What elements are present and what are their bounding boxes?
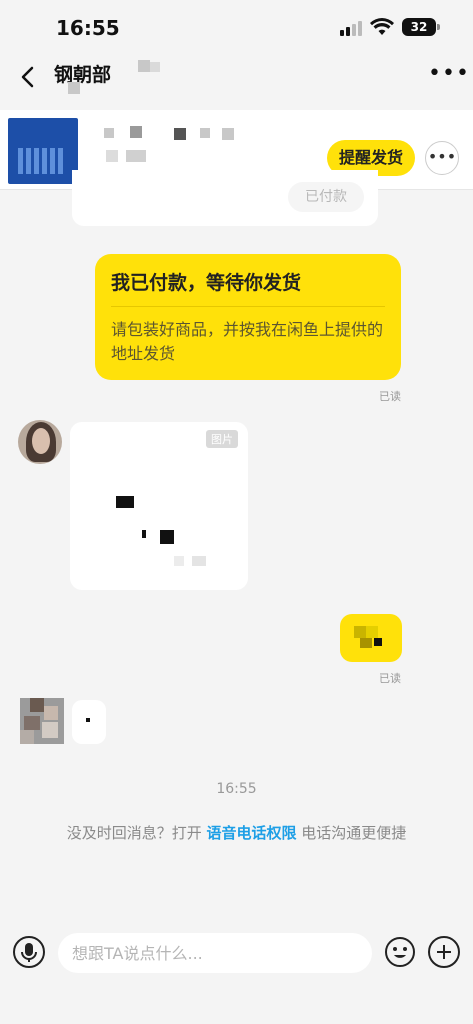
paid-status-badge: 已付款	[288, 182, 364, 212]
chevron-left-icon[interactable]	[14, 62, 44, 92]
image-tag: 图片	[206, 430, 238, 448]
hint-prefix: 没及时回消息？打开	[66, 824, 202, 842]
image-message-bubble[interactable]: 图片	[70, 422, 248, 590]
read-receipt: 已读	[379, 672, 401, 685]
voice-permission-link[interactable]: 语音电话权限	[206, 824, 296, 842]
previous-order-card[interactable]: 已付款	[72, 170, 378, 226]
signal-icon	[340, 20, 364, 36]
avatar[interactable]	[18, 420, 62, 464]
message-input[interactable]	[58, 933, 372, 973]
microphone-icon[interactable]	[13, 936, 45, 968]
read-receipt: 已读	[379, 390, 401, 403]
input-bar	[0, 928, 473, 980]
emoji-icon[interactable]	[384, 936, 416, 968]
order-more-button[interactable]: •••	[425, 141, 459, 175]
battery-icon: 32	[402, 18, 440, 36]
status-time: 16:55	[56, 16, 120, 40]
wifi-icon	[370, 18, 394, 35]
divider	[111, 306, 385, 307]
message-timestamp: 16:55	[216, 781, 257, 797]
hint-suffix: 电话沟通更便捷	[301, 824, 407, 842]
paid-message-desc: 请包装好商品，并按我在闲鱼上提供的地址发货	[111, 320, 384, 363]
text-message-bubble[interactable]	[72, 700, 106, 744]
paid-message-title: 我已付款，等待你发货	[111, 272, 302, 294]
sticker-message-bubble[interactable]	[340, 614, 402, 662]
chat-title: 钢朝部	[54, 64, 112, 86]
plus-icon[interactable]	[428, 936, 460, 968]
voice-permission-hint: 没及时回消息？打开 语音电话权限 电话沟通更便捷	[0, 822, 473, 843]
more-options-button[interactable]: •••	[428, 63, 469, 88]
paid-message-bubble[interactable]: 我已付款，等待你发货 请包装好商品，并按我在闲鱼上提供的地址发货	[95, 254, 401, 380]
status-bar: 16:55 32	[0, 0, 473, 56]
avatar[interactable]	[20, 698, 64, 744]
product-thumbnail[interactable]	[8, 118, 78, 184]
nav-bar: 钢朝部 •••	[0, 56, 473, 100]
